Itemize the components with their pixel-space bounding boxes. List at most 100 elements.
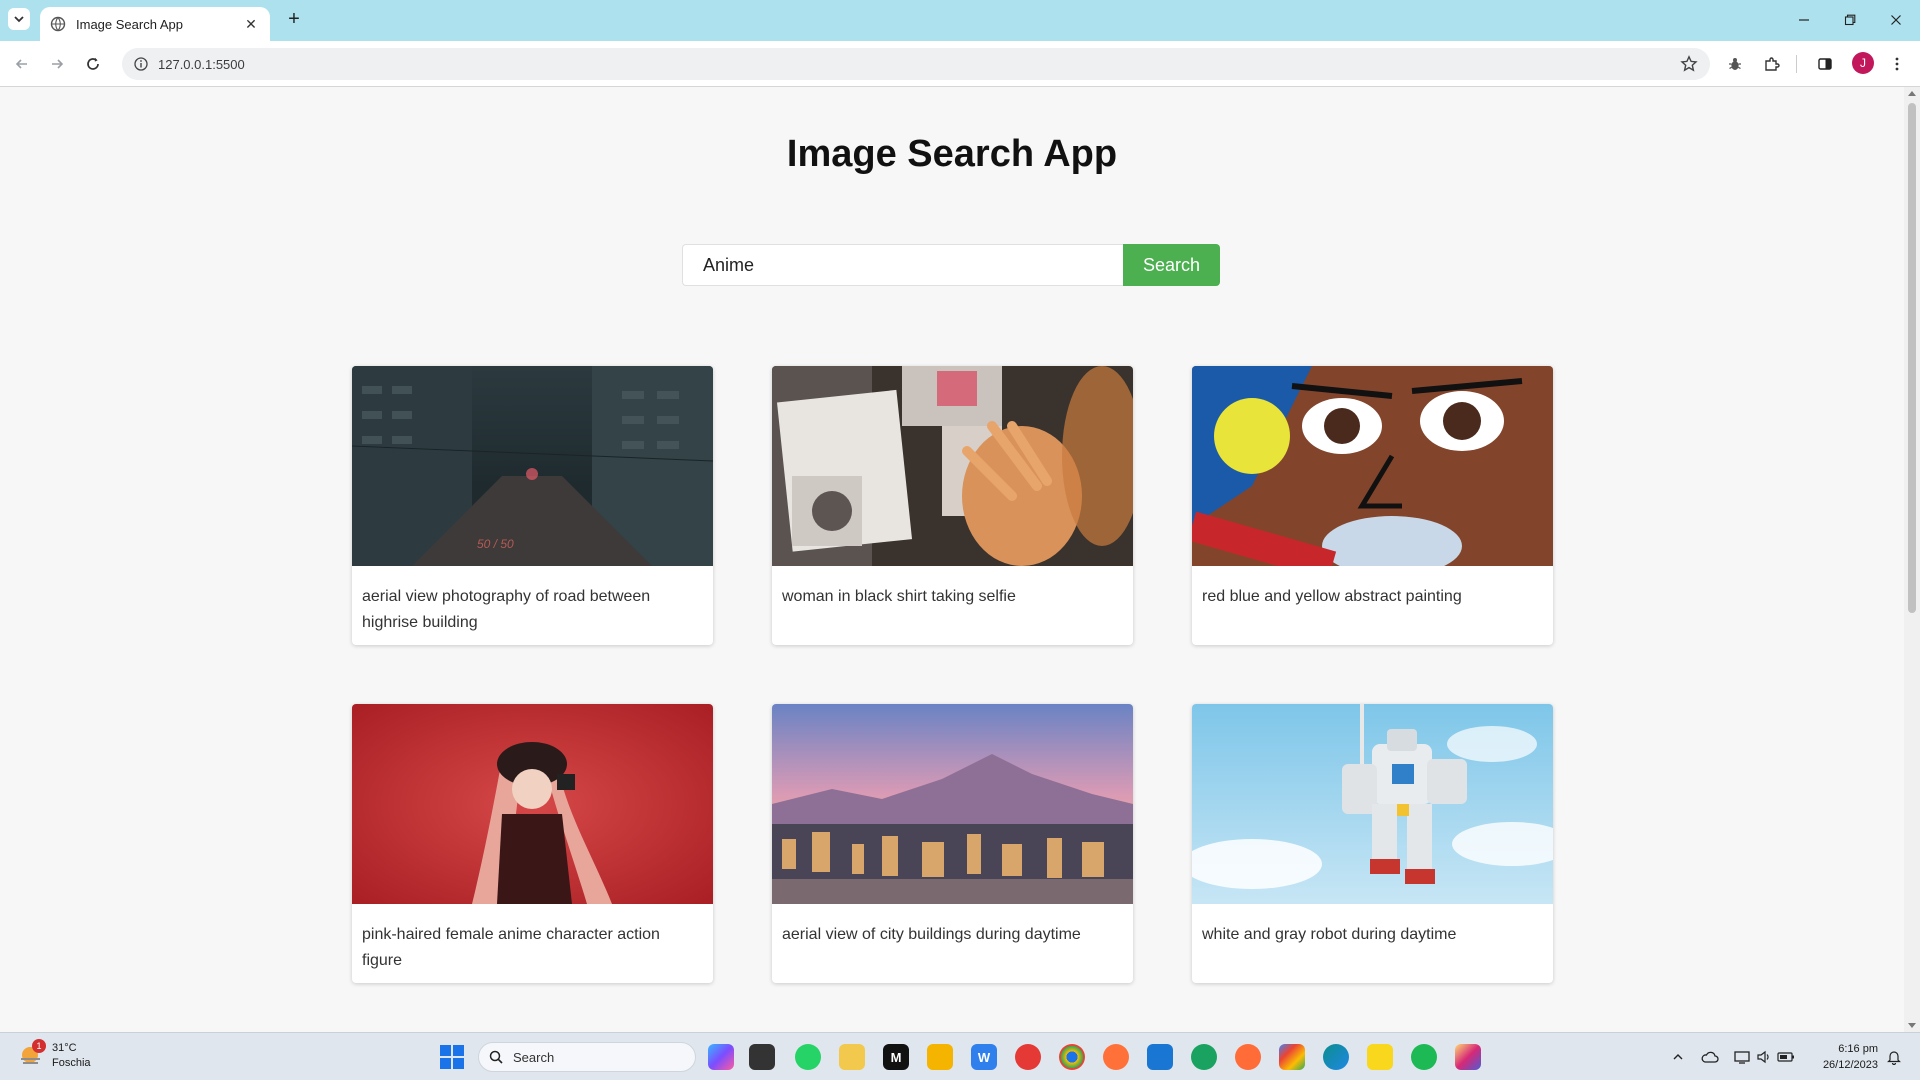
taskbar-search-label: Search xyxy=(513,1049,555,1065)
restore-icon xyxy=(1844,14,1856,26)
svg-text:50 / 50: 50 / 50 xyxy=(477,537,514,551)
page-title: Image Search App xyxy=(786,133,1118,175)
notification-bell-icon[interactable] xyxy=(1884,1047,1904,1067)
arrow-right-icon xyxy=(52,59,64,69)
w-app-icon[interactable]: W xyxy=(971,1044,997,1070)
close-window-button[interactable] xyxy=(1886,11,1906,29)
result-description: white and gray robot during daytime xyxy=(1202,926,1457,943)
chevron-down-icon xyxy=(14,16,24,23)
browser-menu-button[interactable] xyxy=(1886,53,1908,75)
chevron-up-icon[interactable] xyxy=(1668,1047,1688,1067)
minimize-button[interactable] xyxy=(1794,11,1814,29)
browser-tab-strip: Image Search App ✕ + xyxy=(0,0,1920,41)
result-description: aerial view photography of road between … xyxy=(362,588,651,631)
colorful-app-icon[interactable] xyxy=(1279,1044,1305,1070)
clock-date: 26/12/2023 xyxy=(1822,1059,1878,1071)
os-taskbar: 1 31°C Foschia Search M W 6:16 pm 26/12/… xyxy=(0,1032,1920,1080)
copilot-app-icon[interactable] xyxy=(708,1044,734,1070)
browser-tab-active[interactable]: Image Search App ✕ xyxy=(40,7,270,41)
chatgpt-app-icon[interactable] xyxy=(1191,1044,1217,1070)
result-description: woman in black shirt taking selfie xyxy=(782,588,1016,605)
result-card[interactable]: aerial view of city buildings during day… xyxy=(772,704,1133,983)
page-viewport: Image Search App Search 50 / 50 aerial v… xyxy=(0,87,1904,1032)
search-form: Search xyxy=(682,244,1220,286)
scroll-up-arrow-icon[interactable] xyxy=(1908,91,1916,96)
forward-button[interactable] xyxy=(46,53,68,75)
close-tab-icon[interactable]: ✕ xyxy=(242,16,260,33)
toolbar-divider xyxy=(1796,55,1797,73)
search-icon xyxy=(489,1050,503,1064)
address-bar[interactable]: 127.0.0.1:5500 xyxy=(122,48,1710,80)
vscode-app-icon[interactable] xyxy=(1147,1044,1173,1070)
back-button[interactable] xyxy=(11,53,33,75)
opera-app-icon[interactable] xyxy=(1015,1044,1041,1070)
windows-logo-icon xyxy=(440,1045,451,1056)
result-description: red blue and yellow abstract painting xyxy=(1202,588,1462,605)
extension-button[interactable] xyxy=(1724,53,1746,75)
weather-widget[interactable]: 1 31°C Foschia xyxy=(18,1039,91,1071)
taskbar-clock[interactable]: 6:16 pm 26/12/2023 xyxy=(1812,1041,1878,1073)
edge-app-icon[interactable] xyxy=(1323,1044,1349,1070)
result-image-night-street[interactable]: 50 / 50 xyxy=(352,366,713,566)
result-card[interactable]: woman in black shirt taking selfie xyxy=(772,366,1133,645)
result-image-robot[interactable] xyxy=(1192,704,1553,904)
result-card[interactable]: white and gray robot during daytime xyxy=(1192,704,1553,983)
tab-search-button[interactable] xyxy=(8,8,30,30)
arrow-left-icon xyxy=(15,59,27,69)
sticky-notes-app-icon[interactable] xyxy=(1367,1044,1393,1070)
globe-icon xyxy=(50,16,66,32)
terminal-app-icon[interactable] xyxy=(749,1044,775,1070)
search-input[interactable] xyxy=(682,244,1123,286)
weather-temp: 31°C xyxy=(52,1042,77,1054)
browser-toolbar: 127.0.0.1:5500 J xyxy=(0,41,1920,87)
page-scrollbar[interactable] xyxy=(1904,87,1920,1032)
result-description: pink-haired female anime character actio… xyxy=(362,926,660,969)
whatsapp-app-icon[interactable] xyxy=(795,1044,821,1070)
taskbar-search[interactable]: Search xyxy=(478,1042,696,1072)
weather-fog-icon: 1 xyxy=(18,1039,46,1069)
firefox-app-icon[interactable] xyxy=(1103,1044,1129,1070)
restore-button[interactable] xyxy=(1840,11,1860,29)
result-image-city-skyline[interactable] xyxy=(772,704,1133,904)
scroll-down-arrow-icon[interactable] xyxy=(1908,1023,1916,1028)
result-card[interactable]: red blue and yellow abstract painting xyxy=(1192,366,1553,645)
reload-button[interactable] xyxy=(82,53,104,75)
puzzle-icon xyxy=(1765,57,1780,71)
search-button[interactable]: Search xyxy=(1123,244,1220,286)
spotify-app-icon[interactable] xyxy=(1411,1044,1437,1070)
tab-title: Image Search App xyxy=(76,16,183,32)
onedrive-cloud-icon[interactable] xyxy=(1700,1047,1720,1067)
result-image-anime-wall[interactable] xyxy=(772,366,1133,566)
side-panel-icon xyxy=(1818,58,1832,70)
extensions-menu-button[interactable] xyxy=(1761,53,1783,75)
weather-condition: Foschia xyxy=(52,1057,91,1069)
start-button[interactable] xyxy=(440,1045,464,1069)
minimize-icon xyxy=(1799,19,1809,21)
clock-time: 6:16 pm xyxy=(1838,1043,1878,1055)
tools-app-icon[interactable] xyxy=(839,1044,865,1070)
reload-icon xyxy=(87,57,99,70)
m-app-icon[interactable]: M xyxy=(883,1044,909,1070)
site-info-icon[interactable] xyxy=(134,57,148,71)
result-card[interactable]: pink-haired female anime character actio… xyxy=(352,704,713,983)
new-tab-button[interactable]: + xyxy=(284,9,304,29)
file-explorer-icon[interactable] xyxy=(927,1044,953,1070)
instagram-app-icon[interactable] xyxy=(1455,1044,1481,1070)
postman-app-icon[interactable] xyxy=(1235,1044,1261,1070)
result-description: aerial view of city buildings during day… xyxy=(782,926,1081,943)
close-icon xyxy=(1891,15,1901,25)
battery-icon[interactable] xyxy=(1776,1047,1796,1067)
profile-avatar[interactable]: J xyxy=(1852,52,1874,74)
url-text: 127.0.0.1:5500 xyxy=(158,56,245,72)
scroll-thumb[interactable] xyxy=(1908,103,1916,613)
result-card[interactable]: 50 / 50 aerial view photography of road … xyxy=(352,366,713,645)
bookmark-star-icon[interactable] xyxy=(1680,55,1698,73)
more-vertical-icon xyxy=(1895,57,1899,71)
chrome-app-icon[interactable] xyxy=(1059,1044,1085,1070)
result-image-anime-figure[interactable] xyxy=(352,704,713,904)
result-image-graffiti[interactable] xyxy=(1192,366,1553,566)
network-icon[interactable] xyxy=(1732,1047,1752,1067)
volume-icon[interactable] xyxy=(1754,1047,1774,1067)
side-panel-button[interactable] xyxy=(1814,53,1836,75)
weather-badge: 1 xyxy=(32,1039,46,1053)
